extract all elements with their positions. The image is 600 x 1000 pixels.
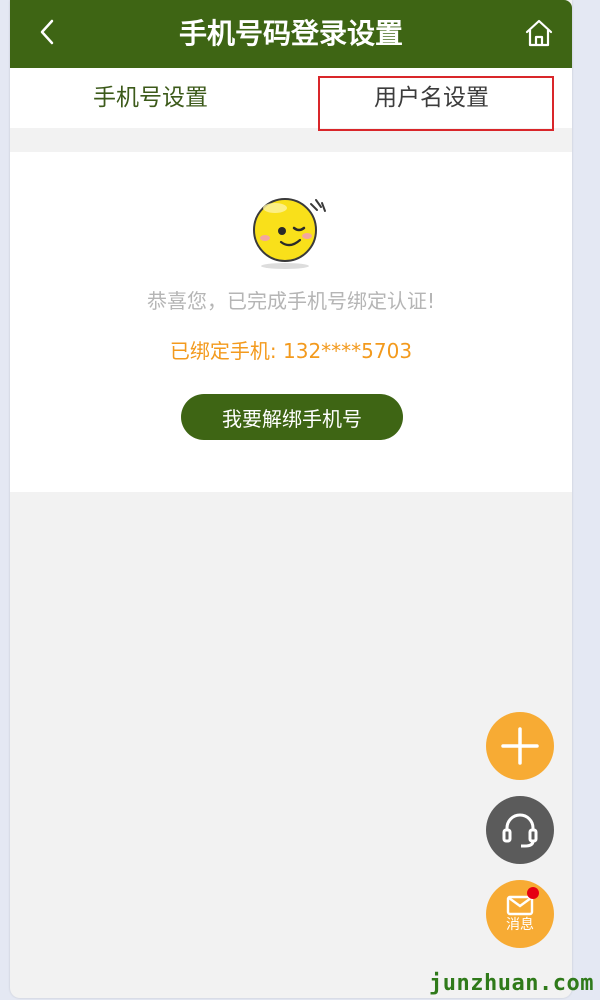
- headset-icon: [502, 813, 538, 848]
- unread-dot: [527, 887, 539, 899]
- binding-status-card: 恭喜您，已完成手机号绑定认证! 已绑定手机: 132****5703 我要解绑手…: [10, 152, 572, 492]
- header-bar: 手机号码登录设置: [10, 0, 572, 68]
- message-button[interactable]: 消息: [486, 880, 554, 948]
- tab-bar: 手机号设置 用户名设置: [10, 68, 572, 128]
- plus-icon: [501, 727, 539, 765]
- wink-emoji-icon: [253, 198, 326, 269]
- bound-phone-text: 已绑定手机: 132****5703: [169, 339, 413, 363]
- watermark: junzhuan.com: [429, 971, 594, 996]
- customer-service-button[interactable]: [486, 796, 554, 864]
- unbind-phone-button[interactable]: 我要解绑手机号: [181, 394, 403, 440]
- page-title: 手机号码登录设置: [178, 17, 403, 50]
- tab-username-settings[interactable]: 用户名设置: [291, 68, 572, 128]
- home-icon[interactable]: [524, 18, 554, 48]
- app-screen: 手机号码登录设置 手机号设置 用户名设置 恭喜您，已完成手机号绑定认证! 已绑定…: [10, 0, 572, 998]
- tab-phone-settings[interactable]: 手机号设置: [10, 68, 291, 128]
- add-button[interactable]: [486, 712, 554, 780]
- message-label: 消息: [506, 917, 534, 933]
- success-message: 恭喜您，已完成手机号绑定认证!: [146, 289, 436, 313]
